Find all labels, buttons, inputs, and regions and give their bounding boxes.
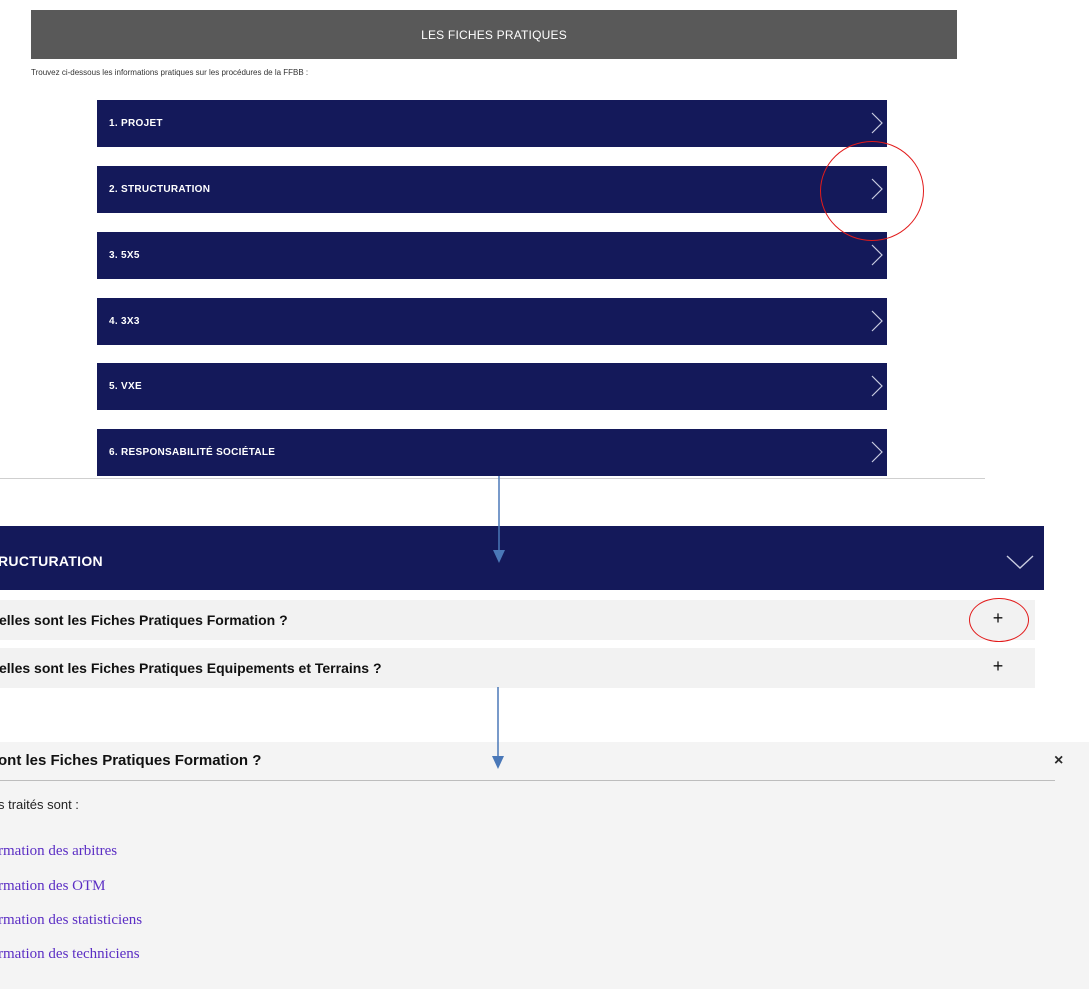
section-title: RUCTURATION bbox=[0, 553, 103, 569]
chevron-right-icon[interactable] bbox=[871, 112, 883, 134]
accordion-item-label: 5. VXE bbox=[109, 381, 142, 392]
accordion-item-vxe[interactable]: 5. VXE bbox=[97, 363, 887, 410]
accordion-item-responsabilite-societale[interactable]: 6. RESPONSABILITÉ SOCIÉTALE bbox=[97, 429, 887, 476]
page-title: LES FICHES PRATIQUES bbox=[421, 27, 567, 42]
faq-question: elles sont les Fiches Pratiques Formatio… bbox=[0, 612, 288, 628]
link-formation-statisticiens[interactable]: rmation des statisticiens bbox=[0, 912, 142, 929]
detail-title: ont les Fiches Pratiques Formation ? bbox=[0, 752, 262, 769]
accordion-item-label: 1. PROJET bbox=[109, 118, 163, 129]
link-formation-arbitres[interactable]: rmation des arbitres bbox=[0, 843, 117, 860]
chevron-right-icon[interactable] bbox=[871, 178, 883, 200]
down-arrow-icon bbox=[493, 526, 505, 563]
chevron-right-icon[interactable] bbox=[871, 310, 883, 332]
faq-question: elles sont les Fiches Pratiques Equipeme… bbox=[0, 660, 382, 676]
plus-icon[interactable]: + bbox=[988, 656, 1008, 676]
faq-item[interactable]: elles sont les Fiches Pratiques Formatio… bbox=[0, 600, 1035, 640]
page-banner: LES FICHES PRATIQUES bbox=[31, 10, 957, 59]
faq-item[interactable]: elles sont les Fiches Pratiques Equipeme… bbox=[0, 648, 1035, 688]
accordion-item-projet[interactable]: 1. PROJET bbox=[97, 100, 887, 147]
intro-text: Trouvez ci-dessous les informations prat… bbox=[31, 68, 309, 77]
accordion-item-label: 2. STRUCTURATION bbox=[109, 184, 211, 195]
link-formation-techniciens[interactable]: rmation des techniciens bbox=[0, 946, 140, 963]
accordion-item-label: 3. 5X5 bbox=[109, 250, 140, 261]
chevron-right-icon[interactable] bbox=[871, 244, 883, 266]
plus-icon[interactable]: + bbox=[988, 608, 1008, 628]
divider bbox=[0, 780, 1055, 781]
accordion-item-label: 6. RESPONSABILITÉ SOCIÉTALE bbox=[109, 447, 276, 458]
chevron-down-icon[interactable] bbox=[1005, 554, 1035, 570]
chevron-right-icon[interactable] bbox=[871, 375, 883, 397]
close-icon[interactable]: × bbox=[1054, 752, 1063, 770]
accordion-item-structuration[interactable]: 2. STRUCTURATION bbox=[97, 166, 887, 213]
chevron-right-icon[interactable] bbox=[871, 441, 883, 463]
section-header[interactable]: RUCTURATION bbox=[0, 526, 1044, 590]
accordion-item-label: 4. 3X3 bbox=[109, 316, 140, 327]
detail-intro: s traités sont : bbox=[0, 797, 79, 812]
accordion-item-5x5[interactable]: 3. 5X5 bbox=[97, 232, 887, 279]
down-arrow-icon bbox=[492, 742, 504, 769]
accordion-item-3x3[interactable]: 4. 3X3 bbox=[97, 298, 887, 345]
link-formation-otm[interactable]: rmation des OTM bbox=[0, 878, 105, 895]
